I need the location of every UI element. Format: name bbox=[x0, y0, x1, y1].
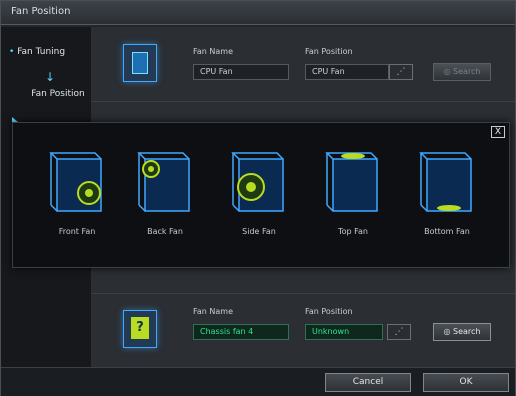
ok-button[interactable]: OK bbox=[423, 373, 509, 392]
fan-name-field[interactable]: CPU Fan bbox=[193, 64, 289, 80]
fan-position-label: Fan Position bbox=[305, 307, 353, 316]
case-side-fan-icon bbox=[231, 152, 284, 212]
case-option-label: Side Fan bbox=[242, 227, 276, 236]
position-picker-button[interactable]: ⋰ bbox=[389, 64, 413, 80]
fan-position-field[interactable]: Unknown bbox=[305, 324, 383, 340]
search-label: Search bbox=[453, 67, 481, 76]
search-icon: ◎ bbox=[443, 67, 451, 76]
case-option-label: Bottom Fan bbox=[424, 227, 470, 236]
sidebar-item-fan-tuning[interactable]: • Fan Tuning bbox=[9, 47, 65, 57]
fan-position-popup: X Front Fan Back Fan Side Fan Top Fan Bo… bbox=[12, 122, 510, 268]
case-option-bottom-fan[interactable]: Bottom Fan bbox=[419, 151, 477, 236]
sidebar-item-fan-position[interactable]: Fan Position bbox=[29, 89, 87, 100]
down-arrow-icon: ↓ bbox=[45, 70, 56, 84]
title-bar: Fan Position bbox=[1, 1, 515, 25]
sidebar-item-label: Fan Tuning bbox=[17, 47, 66, 57]
cancel-button[interactable]: Cancel bbox=[325, 373, 411, 392]
unknown-case-fan-icon: ? bbox=[123, 310, 157, 348]
case-option-top-fan[interactable]: Top Fan bbox=[325, 151, 383, 236]
search-button[interactable]: ◎ Search bbox=[433, 323, 491, 341]
fan-name-label: Fan Name bbox=[193, 307, 233, 316]
fan-name-field[interactable]: Chassis fan 4 bbox=[193, 324, 289, 340]
search-icon: ◎ bbox=[443, 327, 451, 336]
fan-picker-icon: ⋰ bbox=[396, 67, 406, 77]
case-top-fan-icon bbox=[325, 152, 378, 212]
case-option-back-fan[interactable]: Back Fan bbox=[137, 151, 195, 236]
sidebar-item-label: Fan Position bbox=[31, 89, 85, 99]
case-option-label: Back Fan bbox=[147, 227, 183, 236]
case-front-fan-icon bbox=[49, 152, 102, 212]
close-icon: X bbox=[494, 127, 502, 137]
fan-name-label: Fan Name bbox=[193, 47, 233, 56]
search-label: Search bbox=[453, 327, 481, 336]
fan-position-field[interactable]: CPU Fan bbox=[305, 64, 389, 80]
close-button[interactable]: X bbox=[491, 126, 505, 138]
fan-position-label: Fan Position bbox=[305, 47, 353, 56]
case-bottom-fan-icon bbox=[419, 152, 472, 212]
question-mark-icon: ? bbox=[131, 317, 149, 339]
case-fan-icon bbox=[123, 44, 157, 82]
bullet-icon: • bbox=[9, 47, 15, 57]
case-option-side-fan[interactable]: Side Fan bbox=[231, 151, 289, 236]
case-back-fan-icon bbox=[137, 152, 190, 212]
fan-position-window: Fan Position • Fan Tuning ↓ Fan Position… bbox=[0, 0, 516, 396]
search-button[interactable]: ◎ Search bbox=[433, 63, 491, 81]
case-option-front-fan[interactable]: Front Fan bbox=[49, 151, 107, 236]
case-option-label: Front Fan bbox=[58, 227, 96, 236]
case-option-label: Top Fan bbox=[338, 227, 368, 236]
window-title: Fan Position bbox=[11, 6, 71, 17]
fan-picker-icon: ⋰ bbox=[394, 327, 404, 337]
position-picker-button[interactable]: ⋰ bbox=[387, 324, 411, 340]
row-divider bbox=[91, 101, 515, 102]
fan-slot-icon bbox=[132, 52, 148, 74]
row-divider bbox=[91, 293, 515, 294]
